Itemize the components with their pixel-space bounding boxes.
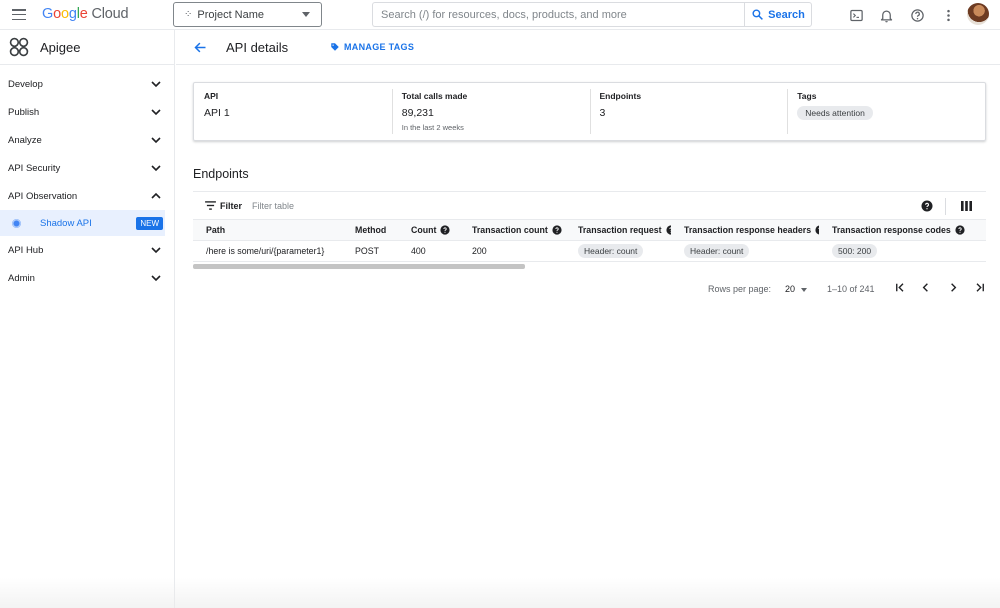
sidebar-item-admin[interactable]: Admin xyxy=(0,264,174,292)
scrollbar-thumb[interactable] xyxy=(193,263,525,269)
rows-per-page-select[interactable]: 20 xyxy=(785,284,795,294)
paginator: Rows per page: 20 1–10 of 241 xyxy=(193,276,986,301)
help-icon[interactable] xyxy=(552,225,562,235)
arrow-back-icon[interactable] xyxy=(193,40,208,55)
chip: 500: 200 xyxy=(832,243,878,258)
help-icon[interactable] xyxy=(921,200,933,212)
total-calls-value: 89,231 xyxy=(401,107,434,119)
chevron-down-icon xyxy=(151,109,161,116)
project-name: Project Name xyxy=(197,8,265,21)
manage-tags-button[interactable]: MANAGE TAGS xyxy=(330,42,414,52)
summary-total-calls: Total calls made 89,231 In the last 2 we… xyxy=(391,83,590,140)
summary-api: API API 1 xyxy=(194,83,392,140)
rows-per-page-label: Rows per page: xyxy=(708,284,772,294)
project-selector[interactable]: ⁘ Project Name xyxy=(173,2,322,27)
avatar[interactable] xyxy=(967,3,989,25)
last-page-icon[interactable] xyxy=(972,280,987,295)
chevron-down-icon xyxy=(151,81,161,88)
filter-icon[interactable] xyxy=(205,201,216,210)
sidebar-item-analyze[interactable]: Analyze xyxy=(0,126,174,154)
cell-transaction-response-headers: Header: count xyxy=(671,240,819,262)
caret-down-icon[interactable] xyxy=(801,288,807,292)
column-header-path[interactable]: Path xyxy=(193,220,342,241)
page-title: API details xyxy=(226,40,289,55)
new-badge: NEW xyxy=(136,217,163,230)
terminal-icon[interactable] xyxy=(847,6,865,24)
toolbar-divider xyxy=(945,198,946,215)
previous-page-icon[interactable] xyxy=(918,280,933,295)
apigee-brand[interactable]: Apigee xyxy=(0,30,174,65)
tag-icon xyxy=(331,43,339,51)
help-icon[interactable] xyxy=(666,225,671,235)
main-content: API details MANAGE TAGS API API 1 Total … xyxy=(176,30,1000,608)
column-header-count[interactable]: Count xyxy=(398,220,459,241)
sidebar-item-api-hub[interactable]: API Hub xyxy=(0,236,174,264)
endpoints-table: Filter Path Method Count Transaction cou… xyxy=(193,191,986,269)
endpoints-heading: Endpoints xyxy=(193,167,249,181)
filter-label: Filter xyxy=(220,200,243,211)
first-page-icon[interactable] xyxy=(893,280,908,295)
summary-card: API API 1 Total calls made 89,231 In the… xyxy=(193,82,986,141)
chevron-down-icon xyxy=(151,165,161,172)
cell-transaction-count: 200 xyxy=(459,240,565,262)
summary-endpoints: Endpoints 3 xyxy=(589,83,788,140)
help-icon[interactable] xyxy=(440,225,450,235)
sidebar-item-api-observation[interactable]: API Observation xyxy=(0,182,174,210)
next-page-icon[interactable] xyxy=(946,280,961,295)
top-bar: Google Cloud ⁘ Project Name Search xyxy=(0,0,1000,30)
tag-chip: Needs attention xyxy=(797,106,873,120)
chip: Header: count xyxy=(684,243,750,258)
more-vert-icon[interactable] xyxy=(939,6,957,24)
page-range: 1–10 of 241 xyxy=(827,284,875,294)
column-header-transaction-response-codes[interactable]: Transaction response codes xyxy=(819,220,986,241)
filter-input[interactable] xyxy=(252,200,453,211)
page-header: API details MANAGE TAGS xyxy=(176,30,1000,65)
endpoints-count: 3 xyxy=(599,107,606,119)
google-cloud-logo[interactable]: Google Cloud xyxy=(42,6,129,22)
column-header-transaction-count[interactable]: Transaction count xyxy=(459,220,565,241)
apigee-logo-icon xyxy=(9,37,29,57)
chevron-down-icon xyxy=(151,275,161,282)
search-button[interactable]: Search xyxy=(744,2,812,27)
sidebar: Apigee Develop Publish Analyze API Secur… xyxy=(0,30,175,608)
horizontal-scrollbar[interactable] xyxy=(193,262,986,269)
hamburger-icon[interactable] xyxy=(12,9,26,21)
globe-icon xyxy=(12,218,21,228)
sidebar-item-develop[interactable]: Develop xyxy=(0,70,174,98)
cell-count: 400 xyxy=(398,240,459,262)
help-icon[interactable] xyxy=(815,225,819,235)
table-header-row: Path Method Count Transaction count Tran… xyxy=(193,220,986,241)
caret-down-icon xyxy=(302,12,310,17)
sidebar-item-api-security[interactable]: API Security xyxy=(0,154,174,182)
table-row[interactable]: /here is some/uri/{parameter1} POST 400 … xyxy=(193,240,986,262)
help-icon[interactable] xyxy=(908,6,926,24)
cell-method: POST xyxy=(342,240,398,262)
search-input[interactable] xyxy=(372,2,744,27)
endpoints-data-table: Path Method Count Transaction count Tran… xyxy=(193,220,986,262)
chip: Header: count xyxy=(578,243,644,258)
sidebar-item-publish[interactable]: Publish xyxy=(0,98,174,126)
help-icon[interactable] xyxy=(955,225,965,235)
project-dots-icon: ⁘ xyxy=(184,9,193,20)
column-header-transaction-response-headers[interactable]: Transaction response headers xyxy=(671,220,819,241)
bell-icon[interactable] xyxy=(877,6,895,24)
api-name: API 1 xyxy=(204,107,230,119)
column-header-transaction-request[interactable]: Transaction request xyxy=(565,220,671,241)
cell-transaction-response-codes: 500: 200 xyxy=(819,240,986,262)
filter-bar: Filter xyxy=(193,191,986,220)
summary-tags: Tags Needs attention xyxy=(787,83,985,140)
cell-path: /here is some/uri/{parameter1} xyxy=(193,240,342,262)
cell-transaction-request: Header: count xyxy=(565,240,671,262)
chevron-up-icon xyxy=(151,192,161,199)
search-icon xyxy=(752,9,764,20)
column-header-method[interactable]: Method xyxy=(342,220,398,241)
sidebar-item-shadow-api[interactable]: Shadow API NEW xyxy=(0,210,165,236)
chevron-down-icon xyxy=(151,137,161,144)
chevron-down-icon xyxy=(151,247,161,254)
columns-icon[interactable] xyxy=(961,201,972,211)
